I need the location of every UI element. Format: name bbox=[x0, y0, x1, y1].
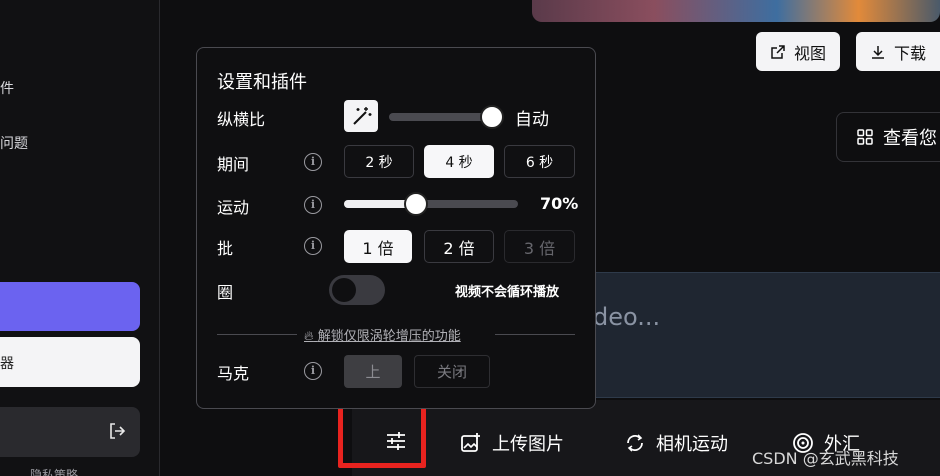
batch-info-icon[interactable]: i bbox=[304, 237, 322, 255]
duration-option-4s[interactable]: 4 秒 bbox=[424, 145, 494, 178]
motion-slider-knob[interactable] bbox=[404, 192, 428, 216]
download-button-label: 下载 bbox=[894, 43, 927, 63]
camera-motion-icon bbox=[627, 434, 643, 452]
motion-value: 70% bbox=[540, 194, 579, 213]
aspect-slider-knob[interactable] bbox=[480, 105, 504, 129]
batch-label: 批 bbox=[217, 239, 234, 258]
motion-info-icon[interactable]: i bbox=[304, 196, 322, 214]
auto-aspect-button[interactable] bbox=[344, 100, 378, 132]
sidebar-item-issues[interactable]: 问题 bbox=[0, 133, 28, 153]
watermark-off-button[interactable]: 关闭 bbox=[414, 355, 490, 388]
watermark-info-icon[interactable]: i bbox=[304, 362, 322, 380]
watermark-label: 马克 bbox=[217, 364, 250, 383]
flame-icon: 🔥︎ bbox=[304, 329, 314, 344]
loop-toggle[interactable] bbox=[329, 275, 385, 305]
motion-label: 运动 bbox=[217, 198, 250, 217]
grid-icon bbox=[857, 129, 873, 145]
upload-image-label: 上传图片 bbox=[492, 434, 564, 455]
view-button-label: 视图 bbox=[794, 43, 827, 63]
view-gallery-label: 查看您 bbox=[883, 128, 937, 149]
upload-image-button[interactable]: 上传图片 bbox=[460, 430, 564, 456]
duration-label: 期间 bbox=[217, 155, 250, 174]
download-icon bbox=[872, 45, 884, 59]
sidebar-primary-button[interactable] bbox=[0, 282, 140, 331]
loop-label: 圈 bbox=[217, 283, 234, 302]
aspect-slider-track[interactable] bbox=[389, 113, 493, 121]
watermark-on-button[interactable]: 上 bbox=[344, 355, 402, 388]
image-upload-icon bbox=[461, 433, 480, 452]
sidebar-secondary-button[interactable]: 器 bbox=[0, 337, 140, 387]
open-external-icon bbox=[771, 44, 785, 59]
logout-icon[interactable] bbox=[108, 422, 126, 440]
sidebar-item-plugins[interactable]: 件 bbox=[0, 78, 14, 98]
divider-left bbox=[217, 334, 297, 335]
magic-wand-icon bbox=[353, 107, 372, 125]
duration-info-icon[interactable]: i bbox=[304, 153, 322, 171]
aspect-value: 自动 bbox=[515, 110, 549, 130]
camera-motion-label: 相机运动 bbox=[656, 434, 728, 455]
video-thumbnail[interactable] bbox=[532, 0, 940, 22]
view-gallery-button[interactable]: 查看您 bbox=[836, 112, 940, 162]
unlock-turbo-link[interactable]: 🔥︎ 解锁仅限涡轮增压的功能 bbox=[304, 325, 461, 344]
aspect-ratio-label: 纵横比 bbox=[217, 110, 266, 129]
batch-option-2x[interactable]: 2 倍 bbox=[424, 230, 494, 263]
loop-note: 视频不会循环播放 bbox=[455, 285, 560, 300]
camera-motion-button[interactable]: 相机运动 bbox=[624, 430, 728, 456]
batch-option-3x: 3 倍 bbox=[504, 230, 575, 263]
privacy-link[interactable]: 隐私策略 bbox=[30, 466, 78, 476]
divider-right bbox=[495, 334, 575, 335]
settings-panel: 设置和插件 纵横比 自动 期间 i 2 秒 4 秒 6 秒 运动 i 70% 批… bbox=[196, 47, 596, 409]
loop-toggle-knob bbox=[332, 278, 356, 302]
view-button[interactable]: 视图 bbox=[756, 32, 841, 71]
annotation-highlight-box bbox=[338, 401, 426, 468]
prompt-placeholder: deo... bbox=[593, 303, 661, 331]
duration-option-6s[interactable]: 6 秒 bbox=[504, 145, 575, 178]
unlock-turbo-text: 解锁仅限涡轮增压的功能 bbox=[317, 329, 461, 344]
batch-option-1x[interactable]: 1 倍 bbox=[344, 230, 412, 263]
settings-title: 设置和插件 bbox=[217, 72, 307, 93]
csdn-watermark: CSDN @玄武黑科技 bbox=[752, 449, 899, 468]
download-button[interactable]: 下载 bbox=[856, 32, 940, 71]
duration-option-2s[interactable]: 2 秒 bbox=[344, 145, 414, 178]
sidebar-account-button[interactable] bbox=[0, 407, 140, 457]
sidebar: 件 问题 器 隐私策略 bbox=[0, 0, 160, 476]
